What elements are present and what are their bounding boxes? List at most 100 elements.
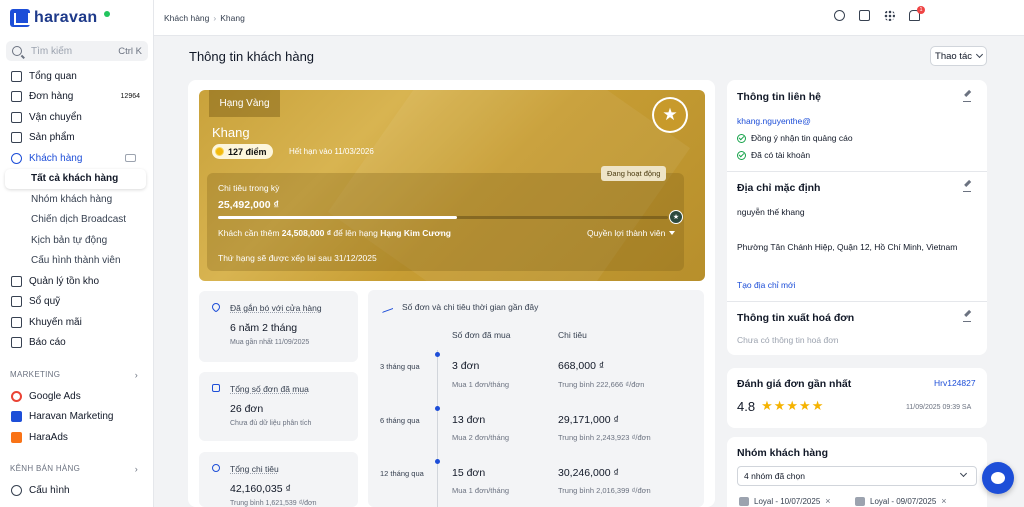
groups-select[interactable]: 4 nhóm đã chọn: [737, 466, 977, 486]
sidebar-item-label: Sổ quỹ: [29, 296, 61, 308]
breadcrumb-customers[interactable]: Khách hàng: [164, 13, 209, 23]
timeline-dot: [435, 459, 440, 464]
next-rank-star-icon: ★: [669, 210, 683, 224]
sidebar-subitem-all-customers[interactable]: Tất cả khách hàng: [5, 168, 146, 189]
group-tag-label: Loyal - 10/07/2025: [754, 496, 821, 506]
sidebar-item-shipping[interactable]: Vận chuyển: [0, 107, 154, 128]
stat-total-spend: Tổng chi tiêu 42,160,035 ₫ Trung bình 1,…: [199, 452, 358, 507]
period-orders-sub: Mua 1 đơn/tháng: [452, 380, 510, 389]
sidebar-item-overview[interactable]: Tổng quan: [0, 66, 154, 87]
chevron-right-icon: ›: [134, 370, 138, 380]
points-badge[interactable]: 127 điểm: [212, 144, 273, 159]
search-placeholder: Tìm kiếm: [31, 45, 73, 57]
next-rank: Hạng Kim Cương: [380, 228, 451, 238]
address-title: Địa chỉ mặc định: [737, 182, 821, 194]
group-tag-icon: [855, 496, 865, 506]
col-spend-header: Chi tiêu: [558, 330, 587, 340]
close-icon[interactable]: ×: [825, 496, 830, 506]
sidebar-subitem-automation[interactable]: Kịch bản tự động: [0, 230, 154, 251]
trend-icon: [382, 301, 393, 313]
spend-value: 25,492,000 ₫: [218, 199, 279, 211]
inventory-icon: [11, 275, 22, 287]
edit-contact-icon[interactable]: [963, 94, 971, 102]
group-label: MARKETING: [10, 370, 61, 379]
review-order-link[interactable]: Hrv124827: [934, 378, 976, 388]
online-status-dot: [104, 11, 111, 17]
haraads-icon: [11, 431, 22, 443]
brand-logo[interactable]: haravan: [10, 8, 111, 28]
apps-grid-icon[interactable]: [884, 10, 895, 21]
breadcrumb: Khách hàng › Khang: [164, 13, 245, 23]
edit-invoice-icon[interactable]: [963, 314, 971, 322]
need-middle: để lên hạng: [331, 228, 381, 238]
stat-value: 6 năm 2 tháng: [230, 322, 298, 334]
col-orders-header: Số đơn đã mua: [452, 330, 511, 340]
rank-star-icon: ★: [652, 97, 688, 133]
check-circle-icon: [737, 150, 746, 160]
haravan-marketing-icon: [11, 411, 22, 423]
sidebar: haravan Tìm kiếm Ctrl K Tổng quan Đơn hà…: [0, 0, 154, 507]
status-badge: Đang hoạt động: [601, 166, 667, 181]
chat-support-button[interactable]: [982, 462, 1014, 494]
membership-card: Hạng Vàng Khang 127 điểm Hết hạn vào 11/…: [199, 90, 705, 281]
period-orders: 13 đơn: [452, 414, 486, 426]
sidebar-item-orders[interactable]: Đơn hàng 12964: [0, 87, 154, 108]
chevron-down-icon: [959, 469, 968, 478]
recent-header: Số đơn và chi tiêu thời gian gần đây: [382, 301, 538, 313]
sidebar-item-inventory[interactable]: Quản lý tồn kho: [0, 271, 154, 292]
sidebar-item-label: Sản phẩm: [29, 132, 75, 144]
add-address-link[interactable]: Tạo địa chỉ mới: [737, 280, 795, 290]
sidebar-item-haraads[interactable]: HaraAds: [0, 427, 154, 448]
rating-score: 4.8: [737, 398, 756, 414]
page-title: Thông tin khách hàng: [189, 49, 315, 64]
sidebar-group-sales-channels[interactable]: KÊNH BÁN HÀNG ›: [10, 464, 138, 474]
report-icon: [11, 337, 22, 349]
sidebar-item-label: Vận chuyển: [29, 111, 82, 123]
sidebar-item-google-ads[interactable]: Google Ads: [0, 386, 154, 407]
sidebar-item-haravan-marketing[interactable]: Haravan Marketing: [0, 407, 154, 428]
search-input[interactable]: Tìm kiếm Ctrl K: [6, 41, 148, 61]
edit-address-icon[interactable]: [963, 184, 971, 192]
contact-email[interactable]: khang.nguyenthe@: [737, 116, 811, 126]
sidebar-item-settings[interactable]: Cấu hình: [0, 480, 154, 501]
sidebar-subitem-broadcast[interactable]: Chiến dịch Broadcast: [0, 210, 154, 231]
sidebar-item-products[interactable]: Sản phẩm: [0, 128, 154, 149]
rank-progress-fill: [218, 216, 457, 219]
currency-icon[interactable]: [834, 10, 845, 21]
period-spend: 29,171,000 ₫: [558, 414, 619, 426]
actions-label: Thao tác: [935, 50, 972, 62]
bell-icon[interactable]: 1: [909, 6, 925, 21]
sidebar-group-marketing[interactable]: MARKETING ›: [10, 370, 138, 380]
need-amount: 24,508,000 ₫: [281, 228, 332, 238]
feedback-icon[interactable]: [859, 10, 870, 21]
period-label: 3 tháng qua: [380, 362, 420, 371]
actions-dropdown-button[interactable]: Thao tác: [930, 46, 987, 66]
stat-sub: Trung bình 1,621,539 ₫/đơn: [230, 500, 317, 507]
invoice-empty: Chưa có thông tin hoá đơn: [737, 335, 839, 345]
recent-orders-panel: Số đơn và chi tiêu thời gian gần đây Số …: [368, 290, 704, 507]
chevron-right-icon: ›: [134, 464, 138, 474]
sidebar-item-customers[interactable]: Khách hàng: [0, 148, 154, 169]
period-orders-sub: Mua 2 đơn/tháng: [452, 433, 510, 442]
sidebar-subitem-membership-config[interactable]: Cấu hình thành viên: [0, 251, 154, 272]
points-value: 127 điểm: [228, 146, 267, 157]
star-rating-icon: ★★★★★: [761, 398, 825, 413]
sidebar-item-label: Khuyến mãi: [29, 316, 82, 328]
sidebar-item-reports[interactable]: Báo cáo: [0, 333, 154, 354]
timeline-dot: [435, 352, 440, 357]
sidebar-item-promotions[interactable]: Khuyến mãi: [0, 312, 154, 333]
timeline-dot: [435, 406, 440, 411]
benefits-label: Quyền lợi thành viên: [587, 228, 666, 238]
dashboard-icon: [11, 70, 22, 82]
sidebar-subitem-customer-groups[interactable]: Nhóm khách hàng: [0, 189, 154, 210]
google-icon: [11, 390, 22, 402]
sidebar-item-label: HaraAds: [29, 431, 68, 443]
member-benefits-dropdown[interactable]: Quyền lợi thành viên: [587, 228, 676, 238]
tag-icon: [11, 132, 22, 144]
divider: [727, 301, 987, 302]
sidebar-item-cashbook[interactable]: Sổ quỹ: [0, 292, 154, 313]
review-title: Đánh giá đơn gần nhất: [737, 378, 852, 390]
close-icon[interactable]: ×: [941, 496, 946, 506]
customers-screen-icon[interactable]: [125, 154, 136, 163]
breadcrumb-separator-icon: ›: [213, 13, 217, 23]
